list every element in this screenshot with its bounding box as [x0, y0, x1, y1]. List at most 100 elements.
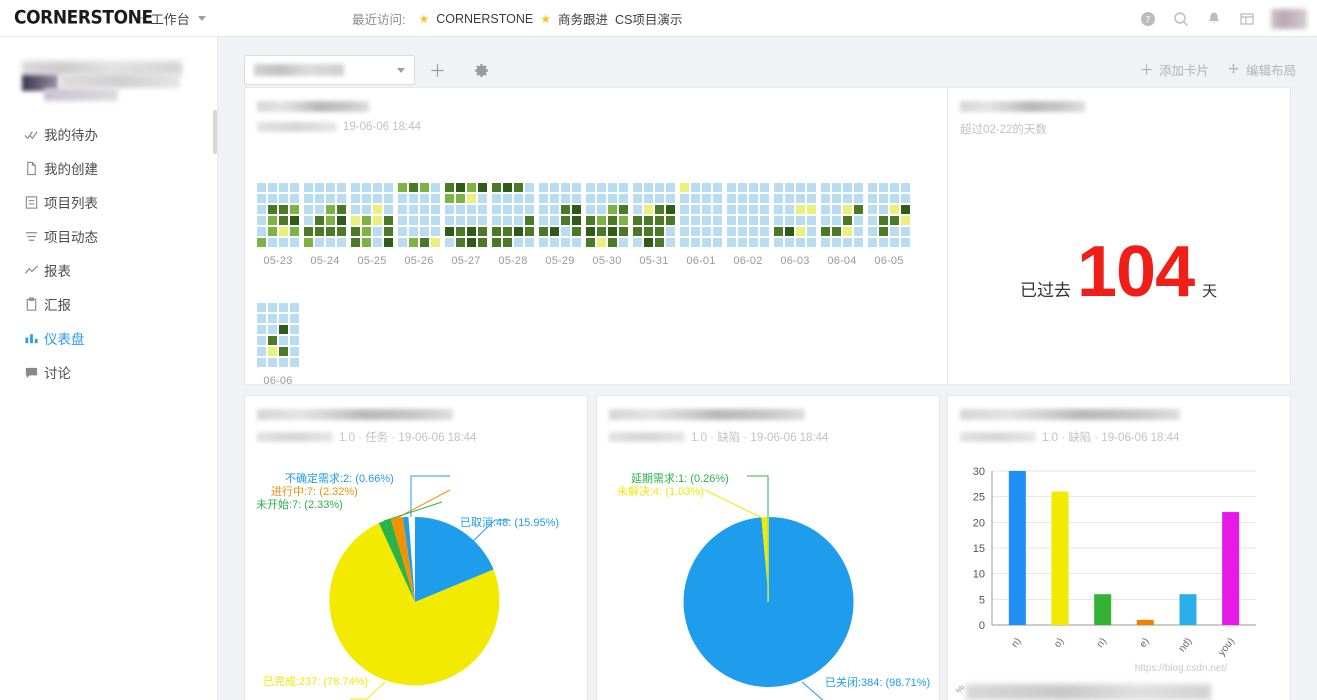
heatmap-cell[interactable]	[315, 238, 324, 247]
heatmap-cell[interactable]	[901, 238, 910, 247]
heatmap-cell[interactable]	[713, 238, 722, 247]
heatmap-cell[interactable]	[268, 303, 277, 312]
heatmap-cell[interactable]	[597, 238, 606, 247]
heatmap-cell[interactable]	[633, 216, 642, 225]
heatmap-cell[interactable]	[821, 183, 830, 192]
heatmap-cell[interactable]	[373, 216, 382, 225]
heatmap-cell[interactable]	[492, 216, 501, 225]
heatmap-cell[interactable]	[467, 216, 476, 225]
heatmap-cell[interactable]	[738, 216, 747, 225]
heatmap-cell[interactable]	[727, 227, 736, 236]
heatmap-cell[interactable]	[619, 205, 628, 214]
heatmap-cell[interactable]	[890, 227, 899, 236]
heatmap-cell[interactable]	[644, 216, 653, 225]
heatmap-cell[interactable]	[727, 216, 736, 225]
search-icon[interactable]	[1172, 10, 1189, 27]
heatmap-cell[interactable]	[492, 205, 501, 214]
heatmap-cell[interactable]	[796, 227, 805, 236]
heatmap-cell[interactable]	[785, 183, 794, 192]
sidebar-item-my-todo[interactable]: 我的待办	[0, 117, 218, 151]
heatmap-cell[interactable]	[539, 194, 548, 203]
heatmap-cell[interactable]	[597, 227, 606, 236]
heatmap-cell[interactable]	[431, 227, 440, 236]
recent-item-0[interactable]: CORNERSTONE	[436, 12, 533, 26]
heatmap-cell[interactable]	[478, 227, 487, 236]
heatmap-cell[interactable]	[373, 238, 382, 247]
heatmap-cell[interactable]	[586, 227, 595, 236]
heatmap-cell[interactable]	[702, 227, 711, 236]
heatmap-cell[interactable]	[351, 238, 360, 247]
heatmap-cell[interactable]	[738, 194, 747, 203]
heatmap-cell[interactable]	[619, 194, 628, 203]
heatmap-cell[interactable]	[362, 205, 371, 214]
heatmap-cell[interactable]	[257, 183, 266, 192]
apps-icon[interactable]	[1238, 10, 1255, 27]
heatmap-cell[interactable]	[666, 194, 675, 203]
heatmap-cell[interactable]	[727, 183, 736, 192]
heatmap-cell[interactable]	[492, 227, 501, 236]
heatmap-cell[interactable]	[774, 216, 783, 225]
heatmap-cell[interactable]	[890, 205, 899, 214]
heatmap-cell[interactable]	[691, 183, 700, 192]
heatmap-cell[interactable]	[304, 238, 313, 247]
heatmap-cell[interactable]	[760, 216, 769, 225]
heatmap-cell[interactable]	[807, 183, 816, 192]
heatmap-cell[interactable]	[445, 194, 454, 203]
heatmap-cell[interactable]	[749, 227, 758, 236]
heatmap-cell[interactable]	[774, 238, 783, 247]
heatmap-cell[interactable]	[619, 227, 628, 236]
heatmap-cell[interactable]	[409, 216, 418, 225]
heatmap-cell[interactable]	[257, 238, 266, 247]
heatmap-cell[interactable]	[290, 325, 299, 334]
heatmap-cell[interactable]	[832, 183, 841, 192]
heatmap-cell[interactable]	[738, 238, 747, 247]
heatmap-cell[interactable]	[879, 238, 888, 247]
heatmap-cell[interactable]	[373, 194, 382, 203]
heatmap-cell[interactable]	[868, 194, 877, 203]
heatmap-cell[interactable]	[633, 205, 642, 214]
heatmap-cell[interactable]	[796, 205, 805, 214]
heatmap-cell[interactable]	[539, 205, 548, 214]
heatmap-cell[interactable]	[290, 336, 299, 345]
heatmap-cell[interactable]	[398, 205, 407, 214]
heatmap-cell[interactable]	[868, 238, 877, 247]
heatmap-cell[interactable]	[337, 194, 346, 203]
heatmap-cell[interactable]	[702, 205, 711, 214]
heatmap-cell[interactable]	[268, 314, 277, 323]
heatmap-cell[interactable]	[290, 216, 299, 225]
heatmap-cell[interactable]	[572, 194, 581, 203]
heatmap-cell[interactable]	[445, 227, 454, 236]
heatmap-cell[interactable]	[691, 194, 700, 203]
heatmap-cell[interactable]	[326, 227, 335, 236]
heatmap-cell[interactable]	[362, 227, 371, 236]
heatmap-cell[interactable]	[257, 314, 266, 323]
heatmap-cell[interactable]	[279, 183, 288, 192]
heatmap-cell[interactable]	[290, 303, 299, 312]
heatmap-cell[interactable]	[431, 205, 440, 214]
sidebar-item-reports[interactable]: 报表	[0, 253, 218, 287]
heatmap-cell[interactable]	[644, 227, 653, 236]
heatmap-cell[interactable]	[525, 183, 534, 192]
heatmap-cell[interactable]	[431, 216, 440, 225]
heatmap-cell[interactable]	[760, 194, 769, 203]
heatmap-cell[interactable]	[901, 227, 910, 236]
heatmap-cell[interactable]	[315, 183, 324, 192]
heatmap-cell[interactable]	[337, 238, 346, 247]
heatmap-cell[interactable]	[868, 227, 877, 236]
heatmap-cell[interactable]	[257, 336, 266, 345]
heatmap-cell[interactable]	[879, 216, 888, 225]
heatmap-cell[interactable]	[539, 238, 548, 247]
heatmap-cell[interactable]	[539, 216, 548, 225]
heatmap-cell[interactable]	[879, 183, 888, 192]
heatmap-cell[interactable]	[738, 205, 747, 214]
heatmap-cell[interactable]	[901, 205, 910, 214]
help-icon[interactable]: ?	[1139, 10, 1156, 27]
heatmap-cell[interactable]	[680, 205, 689, 214]
bar[interactable]	[1094, 594, 1112, 625]
heatmap-cell[interactable]	[351, 216, 360, 225]
heatmap-cell[interactable]	[713, 183, 722, 192]
heatmap-cell[interactable]	[362, 194, 371, 203]
heatmap-cell[interactable]	[525, 227, 534, 236]
heatmap-cell[interactable]	[431, 183, 440, 192]
heatmap-cell[interactable]	[279, 314, 288, 323]
